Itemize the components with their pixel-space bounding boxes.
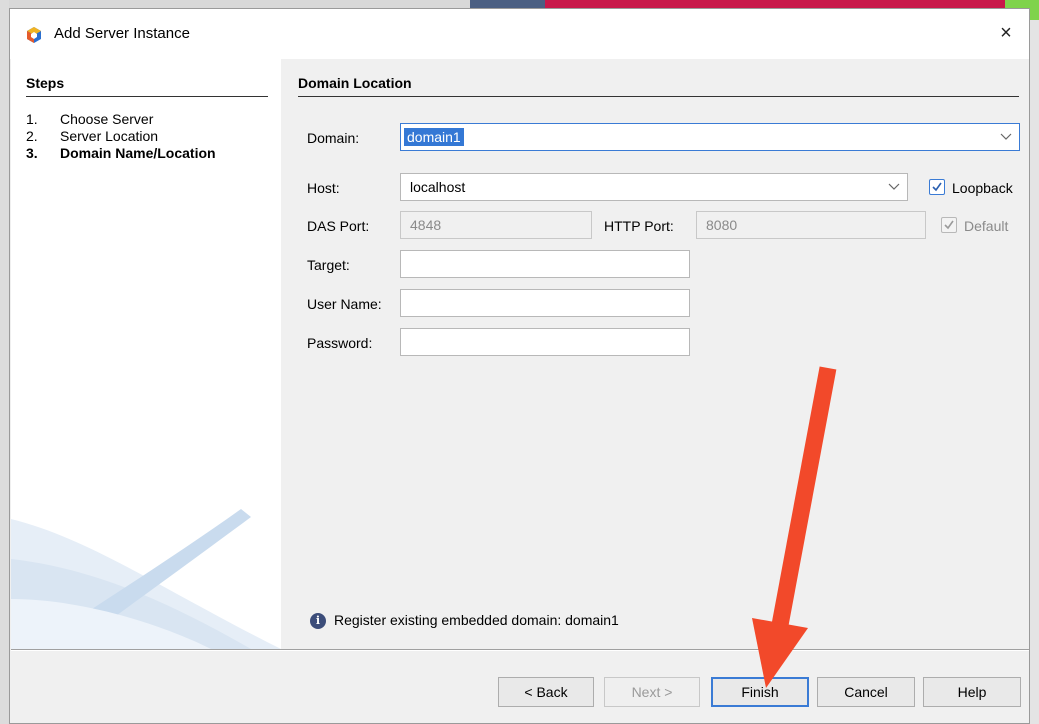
domain-label: Domain: (307, 130, 360, 146)
step-label: Choose Server (60, 111, 154, 127)
target-label: Target: (307, 257, 350, 273)
next-button[interactable]: Next > (604, 677, 700, 707)
step-item-current: 3. Domain Name/Location (26, 145, 216, 162)
info-message: Register existing embedded domain: domai… (334, 612, 619, 628)
username-input[interactable] (400, 289, 690, 317)
default-label: Default (964, 218, 1009, 234)
step-number: 2. (26, 128, 38, 144)
steps-list: 1. Choose Server 2. Server Location 3. Doma… (26, 111, 216, 162)
step-item: 1. Choose Server (26, 111, 216, 128)
domain-combobox[interactable]: domain1 (400, 123, 1020, 151)
netbeans-cube-icon (26, 27, 42, 43)
target-input[interactable] (400, 250, 690, 278)
dialog-title: Add Server Instance (54, 25, 190, 42)
host-combobox[interactable]: localhost (400, 173, 908, 201)
http-port-field[interactable]: 8080 (696, 211, 926, 239)
steps-divider (26, 96, 268, 97)
check-icon (944, 220, 954, 230)
help-button[interactable]: Help (923, 677, 1021, 707)
wizard-watermark-graphic (11, 509, 281, 649)
loopback-checkbox[interactable] (929, 179, 945, 195)
step-number: 1. (26, 111, 38, 127)
password-label: Password: (307, 335, 373, 351)
default-checkbox[interactable] (941, 217, 957, 233)
password-input[interactable] (400, 328, 690, 356)
loopback-label[interactable]: Loopback (952, 180, 1013, 196)
cancel-button[interactable]: Cancel (817, 677, 915, 707)
steps-heading: Steps (26, 75, 65, 91)
step-label: Domain Name/Location (60, 145, 216, 161)
chevron-down-icon[interactable] (881, 174, 907, 200)
http-port-label: HTTP Port: (604, 218, 674, 234)
section-divider (298, 96, 1019, 97)
username-label: User Name: (307, 296, 382, 312)
step-label: Server Location (60, 128, 159, 144)
footer-divider-highlight (11, 650, 1029, 651)
section-title: Domain Location (298, 75, 412, 91)
title-bar: Add Server Instance × (10, 9, 1029, 59)
close-button[interactable]: × (983, 15, 1029, 51)
back-button[interactable]: < Back (498, 677, 594, 707)
finish-button[interactable]: Finish (711, 677, 809, 707)
http-port-value: 8080 (706, 217, 738, 233)
domain-value: domain1 (404, 128, 464, 146)
background-window-edge (0, 0, 9, 724)
step-number: 3. (26, 145, 38, 161)
host-value: localhost (410, 179, 466, 195)
info-icon: i (310, 613, 326, 629)
steps-panel: Steps 1. Choose Server 2. Server Location … (11, 59, 281, 649)
das-port-field[interactable]: 4848 (400, 211, 592, 239)
check-icon (932, 182, 942, 192)
add-server-instance-dialog: Add Server Instance × Steps 1. Choose Ser… (9, 8, 1030, 724)
chevron-down-icon[interactable] (993, 124, 1019, 150)
das-port-label: DAS Port: (307, 218, 370, 234)
host-label: Host: (307, 180, 340, 196)
step-item: 2. Server Location (26, 128, 216, 145)
das-port-value: 4848 (410, 217, 442, 233)
domain-location-panel: Domain Location Domain: domain1 Host: lo… (282, 59, 1030, 649)
